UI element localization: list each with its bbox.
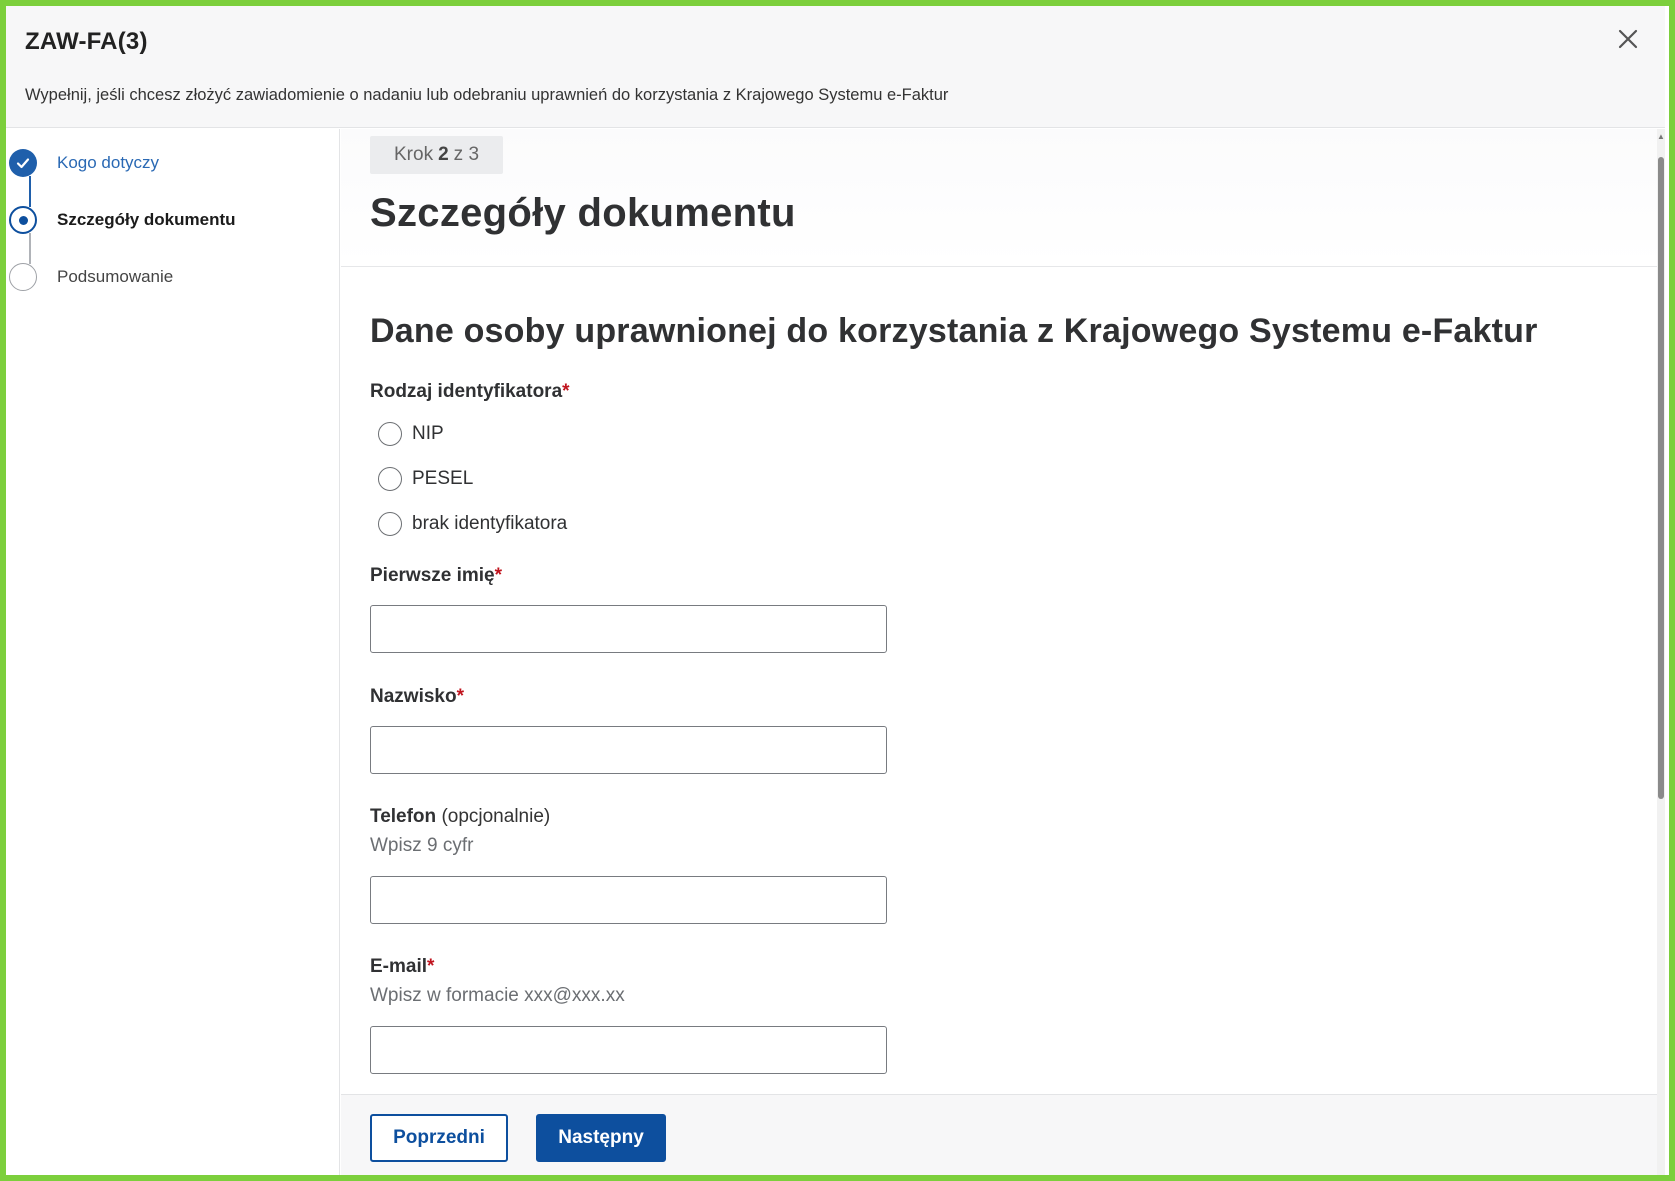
close-icon — [1618, 29, 1638, 49]
email-hint: Wpisz w formacie xxx@xxx.xx — [370, 985, 625, 1006]
radio-nip[interactable]: NIP — [378, 421, 444, 447]
pending-step-icon — [9, 263, 37, 291]
step-label: Szczegóły dokumentu — [57, 210, 236, 229]
dialog-title: ZAW-FA(3) — [25, 28, 148, 55]
phone-hint: Wpisz 9 cyfr — [370, 835, 474, 856]
radio-circle-icon[interactable] — [378, 422, 402, 446]
first-name-input[interactable] — [370, 605, 887, 653]
previous-button[interactable]: Poprzedni — [370, 1114, 508, 1162]
dialog-header: ZAW-FA(3) Wypełnij, jeśli chcesz złożyć … — [6, 6, 1665, 128]
section-title: Dane osoby uprawnionej do korzystania z … — [370, 312, 1538, 350]
phone-label: Telefon (opcjonalnie) — [370, 806, 551, 827]
first-name-label: Pierwsze imię* — [370, 565, 503, 586]
step-item-szczegoly-dokumentu[interactable]: Szczegóły dokumentu — [9, 205, 236, 235]
step-item-podsumowanie[interactable]: Podsumowanie — [9, 262, 173, 292]
radio-circle-icon[interactable] — [378, 467, 402, 491]
phone-input[interactable] — [370, 876, 887, 924]
radio-pesel[interactable]: PESEL — [378, 466, 473, 492]
step-indicator: Krok 2 z 3 — [370, 136, 504, 174]
scrollbar[interactable]: ▲ — [1657, 129, 1665, 1175]
step-label: Podsumowanie — [57, 267, 174, 286]
last-name-label: Nazwisko* — [370, 686, 464, 707]
step-connector — [29, 233, 31, 264]
form-content: Krok 2 z 3 Szczegóły dokumentu Dane osob… — [341, 129, 1657, 1094]
scrollbar-thumb[interactable] — [1658, 157, 1664, 799]
close-button[interactable] — [1613, 24, 1643, 54]
check-icon — [9, 149, 37, 177]
email-input[interactable] — [370, 1026, 887, 1074]
email-label: E-mail* — [370, 956, 435, 977]
radio-circle-icon[interactable] — [378, 512, 402, 536]
last-name-input[interactable] — [370, 726, 887, 774]
page-title: Szczegóły dokumentu — [370, 191, 796, 235]
current-step-icon — [9, 206, 37, 234]
step-label: Kogo dotyczy — [57, 153, 160, 172]
dialog-subtitle: Wypełnij, jeśli chcesz złożyć zawiadomie… — [25, 86, 949, 104]
dialog-footer: Poprzedni Następny — [341, 1094, 1657, 1175]
step-item-kogo-dotyczy[interactable]: Kogo dotyczy — [9, 148, 159, 178]
radio-no-identifier[interactable]: brak identyfikatora — [378, 511, 567, 537]
next-button[interactable]: Następny — [536, 1114, 666, 1162]
scroll-up-arrow-icon[interactable]: ▲ — [1657, 133, 1665, 141]
content-header: Krok 2 z 3 Szczegóły dokumentu — [341, 129, 1657, 267]
identifier-type-label: Rodzaj identyfikatora* — [370, 381, 570, 402]
step-connector — [29, 176, 31, 207]
